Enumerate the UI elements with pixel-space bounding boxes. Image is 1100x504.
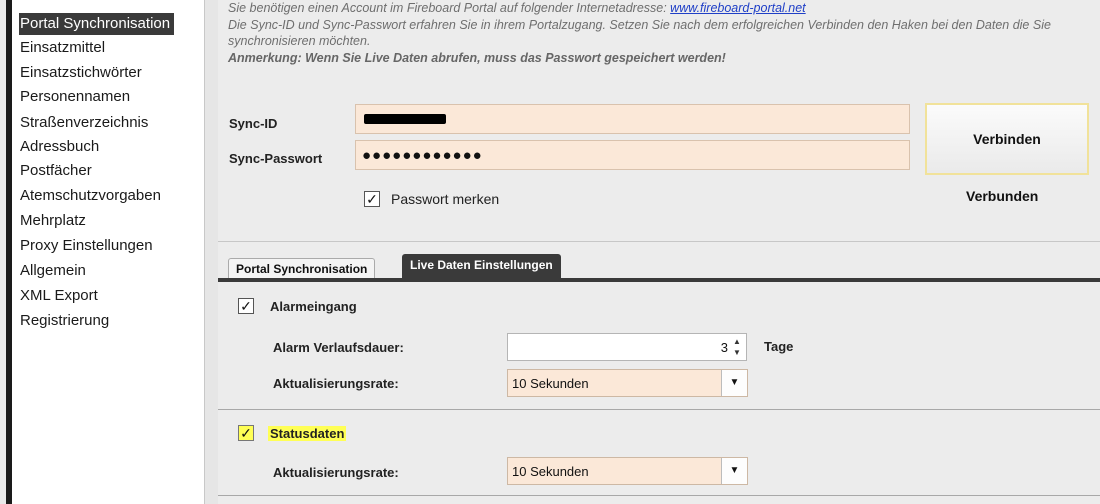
- chevron-down-icon[interactable]: ▼: [721, 458, 747, 484]
- section-divider: [218, 241, 1100, 242]
- alarm-duration-stepper[interactable]: 3 ▲ ▼: [507, 333, 747, 361]
- spin-up-icon[interactable]: ▲: [731, 336, 743, 347]
- sidebar-item-mehrplatz[interactable]: Mehrplatz: [19, 210, 90, 232]
- sidebar-item-allgemein[interactable]: Allgemein: [19, 260, 90, 282]
- alarm-rate-select[interactable]: 10 Sekunden ▼: [507, 369, 748, 397]
- info-note: Anmerkung: Wenn Sie Live Daten abrufen, …: [228, 50, 726, 65]
- info-line-1: Sie benötigen einen Account im Fireboard…: [228, 0, 1088, 17]
- sync-id-redaction: [364, 114, 446, 124]
- spin-down-icon[interactable]: ▼: [731, 347, 743, 358]
- alarm-rate-value: 10 Sekunden: [512, 376, 589, 391]
- window-edge: [0, 0, 12, 504]
- sidebar-item-xml-export[interactable]: XML Export: [19, 285, 102, 307]
- password-mask: ●●●●●●●●●●●●: [362, 147, 483, 164]
- sync-id-label: Sync-ID: [229, 116, 278, 131]
- alarmeingang-label: Alarmeingang: [270, 299, 357, 314]
- alarmeingang-checkbox[interactable]: ✓: [238, 298, 254, 314]
- sync-id-field[interactable]: [355, 104, 910, 134]
- status-rate-label: Aktualisierungsrate:: [273, 465, 399, 480]
- statusdaten-label: Statusdaten: [268, 426, 347, 441]
- remember-password-checkbox[interactable]: ✓: [364, 191, 380, 207]
- sidebar-item-proxy-einstellungen[interactable]: Proxy Einstellungen: [19, 235, 157, 257]
- tab-underline: [218, 278, 1100, 282]
- remember-password-label: Passwort merken: [391, 191, 500, 207]
- settings-sidebar: Portal Synchronisation Einsatzmittel Ein…: [12, 0, 204, 504]
- info-text: Sie benötigen einen Account im Fireboard…: [228, 0, 1088, 66]
- sync-password-label: Sync-Passwort: [229, 151, 323, 166]
- statusdaten-checkbox[interactable]: ✓: [238, 425, 254, 441]
- section-divider-2: [218, 409, 1100, 410]
- tab-portal-synchronisation[interactable]: Portal Synchronisation: [228, 258, 376, 278]
- section-divider-3: [218, 495, 1100, 496]
- info-intro-text: Sie benötigen einen Account im Fireboard…: [228, 1, 671, 15]
- chevron-down-icon[interactable]: ▼: [721, 370, 747, 396]
- sidebar-item-registrierung[interactable]: Registrierung: [19, 310, 113, 332]
- tab-strip: Portal Synchronisation Live Daten Einste…: [218, 252, 1100, 278]
- info-line-2: Die Sync-ID und Sync-Passwort erfahren S…: [228, 17, 1051, 49]
- sidebar-item-einsatzmittel[interactable]: Einsatzmittel: [19, 37, 109, 59]
- sidebar-item-adressbuch[interactable]: Adressbuch: [19, 136, 103, 158]
- portal-link[interactable]: www.fireboard-portal.net: [670, 1, 805, 15]
- sidebar-item-strassenverzeichnis[interactable]: Straßenverzeichnis: [19, 112, 152, 134]
- sidebar-item-portal-synchronisation[interactable]: Portal Synchronisation: [19, 13, 175, 35]
- sidebar-splitter[interactable]: [204, 0, 218, 504]
- sync-password-field[interactable]: ●●●●●●●●●●●●: [355, 140, 910, 170]
- connection-status: Verbunden: [966, 188, 1039, 204]
- connect-button[interactable]: Verbinden: [925, 103, 1089, 175]
- tab-live-daten-einstellungen[interactable]: Live Daten Einstellungen: [402, 254, 561, 278]
- sidebar-item-personennamen[interactable]: Personennamen: [19, 86, 134, 108]
- sidebar-item-einsatzstichwoerter[interactable]: Einsatzstichwörter: [19, 62, 146, 84]
- status-rate-select[interactable]: 10 Sekunden ▼: [507, 457, 748, 485]
- alarm-duration-label: Alarm Verlaufsdauer:: [273, 340, 404, 355]
- alarm-duration-unit: Tage: [764, 339, 794, 354]
- alarm-rate-label: Aktualisierungsrate:: [273, 376, 399, 391]
- stepper-arrows[interactable]: ▲ ▼: [731, 336, 743, 358]
- settings-panel: Sie benötigen einen Account im Fireboard…: [218, 0, 1100, 504]
- alarm-duration-value: 3: [720, 340, 728, 355]
- status-rate-value: 10 Sekunden: [512, 464, 589, 479]
- sidebar-item-atemschutzvorgaben[interactable]: Atemschutzvorgaben: [19, 185, 165, 207]
- sidebar-item-postfaecher[interactable]: Postfächer: [19, 160, 96, 182]
